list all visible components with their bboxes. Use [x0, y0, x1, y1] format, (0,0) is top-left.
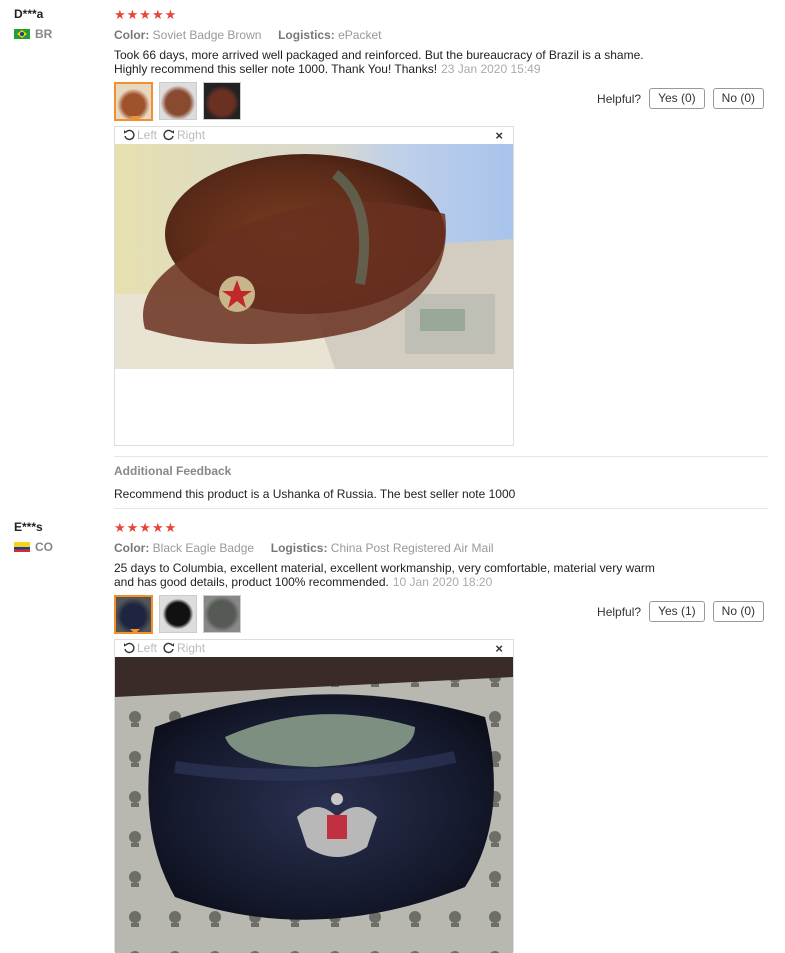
- additional-feedback-title: Additional Feedback: [114, 464, 232, 478]
- reviewer: E***s CO: [14, 520, 53, 554]
- photo-thumbnail[interactable]: [203, 82, 241, 120]
- star-rating: ★★★★★: [114, 520, 178, 535]
- star-rating: ★★★★★: [114, 7, 178, 22]
- reviewer-name: D***a: [14, 7, 44, 21]
- rotate-right-icon: [163, 642, 175, 654]
- helpful-votes: Helpful? Yes (0) No (0): [597, 88, 764, 109]
- rotate-right-button[interactable]: Right: [163, 641, 205, 655]
- logistics-value: China Post Registered Air Mail: [330, 541, 494, 555]
- logistics-value: ePacket: [338, 28, 382, 42]
- review-text-line: and has good details, product 100% recom…: [114, 575, 389, 589]
- flag-br-icon: [14, 29, 30, 39]
- review-sku-info: Color: Black Eagle Badge Logistics: Chin…: [114, 541, 774, 555]
- helpful-label: Helpful?: [597, 604, 642, 619]
- rotate-left-icon: [124, 642, 135, 654]
- rotate-right-label: Right: [177, 641, 206, 655]
- photo-viewer-toolbar: Left Right ×: [115, 640, 513, 656]
- review-text-line: Took 66 days, more arrived well packaged…: [114, 48, 644, 62]
- photo-thumbnails: [114, 595, 241, 634]
- photo-viewer: Left Right ×: [114, 126, 514, 446]
- rotate-right-button[interactable]: Right: [163, 128, 205, 142]
- rotate-left-label: Left: [137, 128, 158, 142]
- close-icon[interactable]: ×: [495, 128, 503, 143]
- review-text: Took 66 days, more arrived well packaged…: [114, 48, 704, 76]
- country-code: CO: [35, 540, 53, 554]
- color-value: Black Eagle Badge: [152, 541, 255, 555]
- review-text-line: 25 days to Columbia, excellent material,…: [114, 561, 655, 575]
- photo-viewer: Left Right ×: [114, 639, 514, 953]
- additional-feedback-text: Recommend this product is a Ushanka of R…: [114, 487, 516, 501]
- reviewer-country: CO: [14, 540, 53, 554]
- reviewer-country: BR: [14, 27, 52, 41]
- rotate-left-button[interactable]: Left: [123, 128, 157, 142]
- rotate-left-label: Left: [137, 641, 158, 655]
- photo-thumbnail[interactable]: [114, 595, 153, 634]
- helpful-votes: Helpful? Yes (1) No (0): [597, 601, 764, 622]
- review-text-line: Highly recommend this seller note 1000. …: [114, 62, 438, 76]
- rotate-left-button[interactable]: Left: [123, 641, 157, 655]
- photo-thumbnail[interactable]: [114, 82, 153, 121]
- helpful-label: Helpful?: [597, 91, 642, 106]
- photo-thumbnail[interactable]: [203, 595, 241, 633]
- photo-thumbnail[interactable]: [159, 595, 197, 633]
- close-icon[interactable]: ×: [495, 641, 503, 656]
- country-code: BR: [35, 27, 53, 41]
- review-content: ★★★★★ Color: Black Eagle Badge Logistics…: [114, 520, 774, 589]
- review-date: 23 Jan 2020 15:49: [441, 62, 541, 76]
- color-label: Color:: [114, 28, 150, 42]
- review-photo: [115, 657, 513, 953]
- helpful-no-button[interactable]: No (0): [712, 601, 764, 622]
- photo-viewer-toolbar: Left Right ×: [115, 127, 513, 143]
- logistics-label: Logistics:: [278, 28, 335, 42]
- helpful-yes-button[interactable]: Yes (0): [649, 88, 705, 109]
- rotate-right-icon: [163, 129, 175, 141]
- review-content: ★★★★★ Color: Soviet Badge Brown Logistic…: [114, 7, 774, 76]
- photo-thumbnails: [114, 82, 241, 121]
- helpful-no-button[interactable]: No (0): [712, 88, 764, 109]
- review-sku-info: Color: Soviet Badge Brown Logistics: ePa…: [114, 28, 774, 42]
- photo-thumbnail[interactable]: [159, 82, 197, 120]
- logistics-label: Logistics:: [270, 541, 328, 555]
- reviewer-name: E***s: [14, 520, 43, 534]
- color-label: Color:: [114, 541, 150, 555]
- color-value: Soviet Badge Brown: [152, 28, 262, 42]
- review-text: 25 days to Columbia, excellent material,…: [114, 561, 704, 589]
- divider: [114, 508, 768, 509]
- review-photo: [115, 144, 513, 369]
- rotate-right-label: Right: [177, 128, 206, 142]
- rotate-left-icon: [124, 129, 135, 141]
- helpful-yes-button[interactable]: Yes (1): [649, 601, 705, 622]
- divider: [114, 456, 768, 457]
- reviewer: D***a BR: [14, 7, 52, 41]
- review-date: 10 Jan 2020 18:20: [392, 575, 493, 589]
- flag-co-icon: [14, 542, 30, 552]
